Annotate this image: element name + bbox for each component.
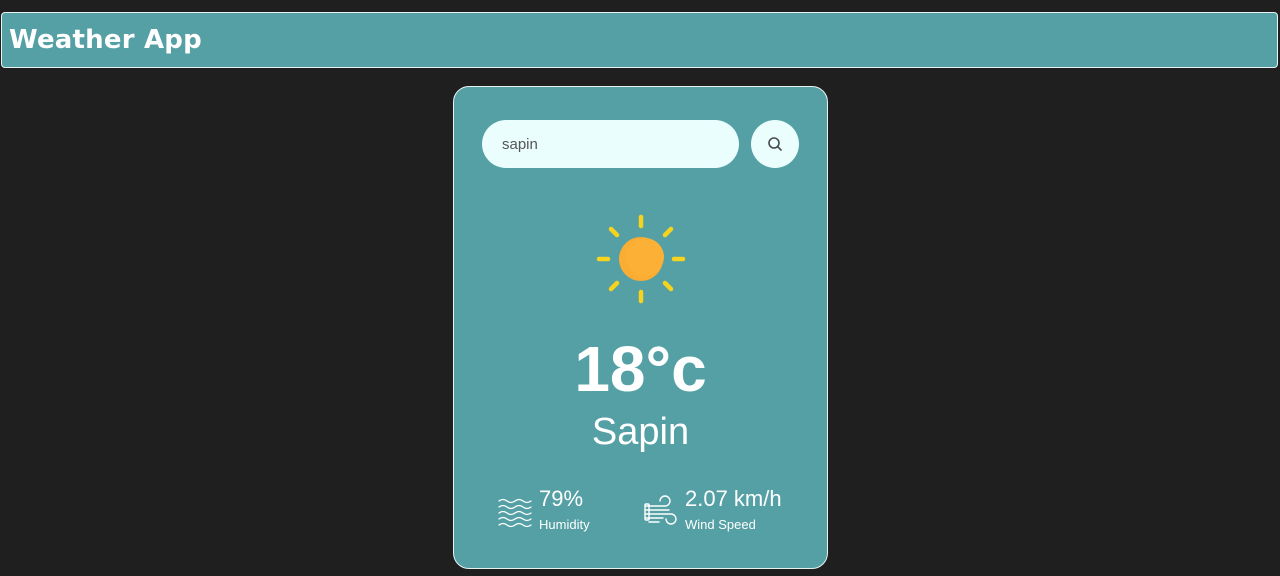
- humidity-detail: 79% Humidity: [497, 485, 590, 534]
- wind-speed-label: Wind Speed: [685, 517, 756, 532]
- humidity-value: 79%: [539, 486, 584, 511]
- app-header: Weather App: [1, 12, 1278, 68]
- wind-icon: [644, 495, 677, 525]
- search-icon: [768, 137, 782, 151]
- city-name: Sapin: [591, 411, 690, 453]
- sun-icon: [596, 214, 686, 304]
- humidity-waves-icon: [498, 498, 532, 528]
- wind-speed-value: 2.07 km/h: [685, 486, 782, 511]
- temperature: 18°c: [574, 333, 707, 405]
- city-search-input[interactable]: [482, 120, 739, 168]
- weather-card: 18°c Sapin 79% Humidity: [453, 86, 828, 569]
- humidity-label: Humidity: [539, 517, 590, 532]
- app-title: Weather App: [9, 25, 202, 55]
- search-button[interactable]: [751, 120, 799, 168]
- wind-detail: 2.07 km/h Wind Speed: [643, 485, 782, 534]
